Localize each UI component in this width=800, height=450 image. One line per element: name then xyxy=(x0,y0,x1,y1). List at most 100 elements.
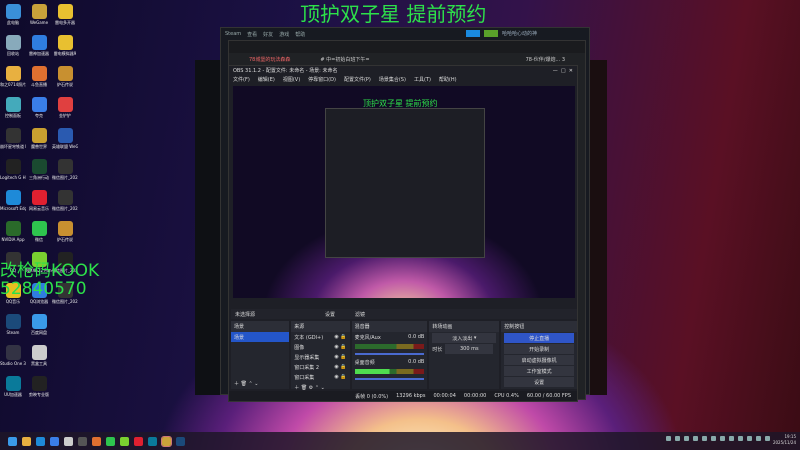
desktop-icon[interactable]: 夸克 xyxy=(26,93,52,124)
file-explorer-icon[interactable] xyxy=(22,436,31,446)
uu-icon[interactable] xyxy=(148,436,157,446)
desktop-icon[interactable]: 英雄联盟 WeGame版 xyxy=(52,124,78,155)
visibility-lock-icons[interactable]: ◉ 🔒 xyxy=(334,354,346,360)
desktop-icon[interactable]: 炉石传说 xyxy=(52,62,78,93)
desktop-icon[interactable]: Logitech G HUB xyxy=(0,155,26,186)
source-item[interactable]: 图像 ◉ 🔒 xyxy=(291,342,349,352)
desktop-icon[interactable]: 金铲铲 xyxy=(52,93,78,124)
desktop-volume-slider[interactable] xyxy=(354,378,425,380)
source-item[interactable]: 窗口采集 2 ◉ 🔒 xyxy=(291,362,349,372)
kook-member[interactable]: 78-伙伴/爆炮... 3 xyxy=(526,56,565,63)
desktop-icon[interactable]: 雷神加速器 xyxy=(26,31,52,62)
steam-menu-item[interactable]: 好友 xyxy=(263,31,273,38)
start-icon[interactable] xyxy=(8,436,17,446)
desktop-icon[interactable]: 炉石传说 xyxy=(52,217,78,248)
app-icon[interactable] xyxy=(64,436,73,446)
desktop-icon[interactable]: 微信图片_2025111... xyxy=(52,186,78,217)
mic-volume-slider[interactable] xyxy=(354,353,425,355)
kook-room[interactable]: # 中=初始白班下午= xyxy=(320,56,369,63)
desktop-icon[interactable]: 雷电多开器 xyxy=(52,0,78,31)
steam-broadcast-button[interactable] xyxy=(465,30,480,37)
obs-menu-item[interactable]: 工具(T) xyxy=(414,76,431,83)
wechat-icon[interactable] xyxy=(106,436,115,446)
source-item[interactable]: 文本 (GDI+) ◉ 🔒 xyxy=(291,332,349,342)
scene-item[interactable]: 场景 xyxy=(231,332,290,342)
obs-menu-item[interactable]: 帮助(H) xyxy=(439,76,457,83)
cpu-usage: CPU 0.4% xyxy=(494,393,519,399)
system-tray[interactable] xyxy=(666,436,770,441)
clock[interactable]: 19:15 2025/11/24 xyxy=(773,434,796,446)
obs-menu-item[interactable]: 停靠窗口(D) xyxy=(308,76,336,83)
desktop-icon[interactable]: 雷电模拟器9 xyxy=(52,31,78,62)
steam-menu-item[interactable]: 查看 xyxy=(247,31,257,38)
control-button[interactable]: 启动虚拟摄像机 xyxy=(504,355,575,365)
browser-icon[interactable] xyxy=(50,436,59,446)
desktop-icon-label: 微信 xyxy=(35,237,43,242)
steam-menu-item[interactable]: 游戏 xyxy=(279,31,289,38)
obs-menu-item[interactable]: 文件(F) xyxy=(233,76,250,83)
steam-icon[interactable] xyxy=(176,436,185,446)
steam-menu-item[interactable]: Steam xyxy=(225,31,241,37)
desktop-icon[interactable]: 斗鱼直播 xyxy=(26,62,52,93)
duration-input[interactable]: 300 ms xyxy=(445,344,494,354)
steam-voice-button[interactable] xyxy=(483,30,498,37)
obs-icon[interactable] xyxy=(78,436,87,446)
desktop-icon[interactable]: 魔兽世界 xyxy=(26,124,52,155)
desktop-icon[interactable]: 控制面板 xyxy=(0,93,26,124)
obs-preview[interactable]: 顶护双子星 提前预约 xyxy=(233,86,575,298)
source-item[interactable]: 显示器采集 ◉ 🔒 xyxy=(291,352,349,362)
obs-menu-item[interactable]: 配置文件(P) xyxy=(344,76,371,83)
desktop-icon-label: Studio One 3.5专业版 xyxy=(0,361,26,366)
date: 2025/11/24 xyxy=(772,440,796,445)
desktop-icon[interactable]: Studio One 3.5专业版 xyxy=(0,341,26,372)
desktop-icon[interactable]: WeGame xyxy=(26,0,52,31)
netease-music-icon[interactable] xyxy=(134,436,143,446)
sources-dock: 来源 文本 (GDI+) ◉ 🔒 图像 ◉ 🔒 显示器采集 ◉ 🔒 窗口采集 2 ◉ 🔒 窗口采… xyxy=(291,321,350,391)
control-button[interactable]: 设置 xyxy=(504,377,575,387)
properties-button[interactable]: 设置 xyxy=(325,311,335,318)
game-icon[interactable] xyxy=(161,435,172,447)
desktop-icon[interactable]: Microsoft Edge xyxy=(0,186,26,217)
edge-icon[interactable] xyxy=(36,436,45,446)
desktop-icon[interactable]: 此电脑 xyxy=(0,0,26,31)
desktop-icon[interactable]: 黑盒工具 xyxy=(26,341,52,372)
scenes-dock: 场景 场景 ＋ 🗑 ⌃ ⌄ xyxy=(231,321,290,389)
desktop-icon[interactable]: 崩坏星穹铁道 Dark an... xyxy=(0,124,26,155)
app-icon[interactable] xyxy=(92,436,101,446)
control-button[interactable]: 开始录制 xyxy=(504,344,575,354)
visibility-lock-icons[interactable]: ◉ 🔒 xyxy=(334,334,346,340)
desktop-icon[interactable]: 三角洲行动 xyxy=(26,155,52,186)
desktop-icon[interactable]: 百度网盘 xyxy=(26,310,52,341)
window-controls[interactable]: — □ ✕ xyxy=(553,68,573,74)
desktop-icon[interactable]: 微信图片_2025111... xyxy=(52,155,78,186)
control-button[interactable]: 停止直播 xyxy=(504,333,575,343)
filters-button[interactable]: 滤镜 xyxy=(355,311,365,318)
obs-menu-item[interactable]: 场景集合(S) xyxy=(379,76,406,83)
steam-user[interactable]: 哈哈哈心动的神 xyxy=(502,30,537,37)
mixer-title: 混音器 xyxy=(351,321,428,332)
controls-title: 控制按钮 xyxy=(501,321,578,332)
desktop-icon[interactable]: UU加速器 xyxy=(0,372,26,403)
desktop-icon[interactable]: 回收站 xyxy=(0,31,26,62)
obs-menu-item[interactable]: 编辑(E) xyxy=(258,76,275,83)
desktop-icon-label: 雷电模拟器9 xyxy=(53,51,77,56)
kook-icon[interactable] xyxy=(120,436,129,446)
desktop-icon[interactable]: 和之0714照片 xyxy=(0,62,26,93)
scene-toolbar[interactable]: ＋ 🗑 ⌃ ⌄ xyxy=(231,378,289,389)
obs-menu-item[interactable]: 视图(V) xyxy=(283,76,300,83)
visibility-lock-icons[interactable]: ◉ 🔒 xyxy=(334,344,346,350)
mic-channel: 麦克风/Aux 0.0 dB xyxy=(352,332,428,342)
desktop-icon[interactable]: Steam xyxy=(0,310,26,341)
visibility-lock-icons[interactable]: ◉ 🔒 xyxy=(334,374,346,380)
transition-select[interactable]: 淡入淡出 ▾ xyxy=(432,333,497,343)
visibility-lock-icons[interactable]: ◉ 🔒 xyxy=(334,364,346,370)
sources-title: 来源 xyxy=(291,321,350,332)
source-item[interactable]: 窗口采集 ◉ 🔒 xyxy=(291,372,349,382)
desktop-icon[interactable]: NVIDIA App xyxy=(0,217,26,248)
desktop-icon[interactable]: 网易云音乐 xyxy=(26,186,52,217)
desktop-icon[interactable]: 微信 xyxy=(26,217,52,248)
control-button[interactable]: 工作室模式 xyxy=(504,366,575,376)
desktop-icon[interactable]: 剪映专业版 xyxy=(26,372,52,403)
kook-channel[interactable]: 78城堡的玩法森森 xyxy=(249,56,290,63)
steam-menu-item[interactable]: 帮助 xyxy=(295,31,305,38)
